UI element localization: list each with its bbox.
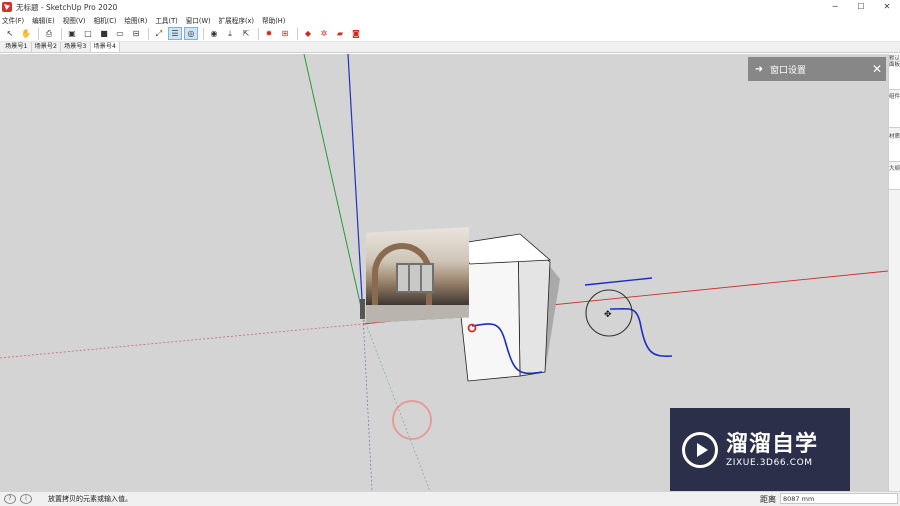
toolbar-divider (258, 27, 259, 40)
toolbar-divider (61, 27, 62, 40)
geo-location-icon[interactable]: ? (4, 494, 16, 504)
xray-icon[interactable]: ⤢ (152, 27, 166, 40)
tray-close-icon[interactable]: ✕ (868, 62, 886, 76)
tray-expand-arrow-icon[interactable]: ➜ (748, 64, 770, 75)
gear-sun-icon[interactable]: ✹ (262, 27, 276, 40)
toolbar-divider (297, 27, 298, 40)
menu-bar: 文件(F) 编辑(E) 视图(V) 相机(C) 绘图(R) 工具(T) 窗口(W… (0, 14, 900, 26)
photo-window (396, 263, 434, 293)
push-icon[interactable]: ⇱ (239, 27, 253, 40)
iso-view-icon[interactable]: ▣ (65, 27, 79, 40)
scene-tabs: 场景号1 场景号2 场景号3 场景号4 (0, 42, 900, 53)
camera-icon[interactable]: ◙ (349, 27, 363, 40)
watermark-brand: 溜溜自学 (726, 432, 819, 457)
print-icon[interactable]: ⎙ (42, 27, 56, 40)
toolbar: ↖ ✋ ⎙ ▣ □ ■ ▭ ⊟ ⤢ ☰ ◎ ◉ ⤓ ⇱ ✹ ⊞ ◆ ✲ ▰ ◙ (0, 26, 900, 42)
front-view-icon[interactable]: ■ (97, 27, 111, 40)
scene-tab-1[interactable]: 场景号1 (2, 42, 32, 52)
green-axis (303, 54, 364, 317)
pan-icon[interactable]: ✋ (19, 27, 33, 40)
measurements-input[interactable]: 8087 mm (780, 493, 898, 504)
move-cursor-icon: ✥ (604, 310, 612, 320)
dock-tab-outliner[interactable]: 大纲 (889, 166, 900, 190)
ruby-icon[interactable]: ◆ (301, 27, 315, 40)
info-icon[interactable]: i (20, 494, 32, 504)
play-logo-icon (682, 432, 718, 468)
back-view-icon[interactable]: ⊟ (129, 27, 143, 40)
window-controls: ─ ☐ ✕ (822, 0, 900, 14)
dock-tab-default[interactable]: 默认面板 (889, 56, 900, 90)
person-figure (360, 299, 365, 319)
menu-window[interactable]: 窗口(W) (186, 15, 211, 25)
status-message: 放置拷贝的元素或输入值。 (48, 495, 132, 503)
extension-gear-icon[interactable]: ✲ (317, 27, 331, 40)
red-axis-negative (0, 323, 364, 359)
toolbar-divider (148, 27, 149, 40)
measurements-label: 距离 (760, 495, 776, 504)
menu-tools[interactable]: 工具(T) (155, 15, 177, 25)
menu-extensions[interactable]: 扩展程序(x) (219, 15, 254, 25)
sketchup-window: 无标题 - SketchUp Pro 2020 ─ ☐ ✕ 文件(F) 编辑(E… (0, 0, 900, 506)
blue-axis-negative (362, 315, 373, 491)
maximize-button[interactable]: ☐ (848, 0, 874, 14)
tray-title: 窗口设置 (770, 65, 807, 76)
status-bar: ? i 放置拷贝的元素或输入值。 距离 8087 mm (0, 491, 900, 506)
menu-edit[interactable]: 编辑(E) (32, 15, 55, 25)
window-title: 无标题 - SketchUp Pro 2020 (16, 2, 118, 12)
menu-view[interactable]: 视图(V) (63, 15, 86, 25)
blue-axis (347, 54, 364, 317)
toolbar-divider (38, 27, 39, 40)
click-indicator-circle-faint (392, 400, 432, 440)
watermark-overlay: 溜溜自学 ZIXUE.3D66.COM (670, 408, 850, 492)
sketchup-logo-icon (2, 2, 12, 12)
top-view-icon[interactable]: □ (81, 27, 95, 40)
watermark-text: 溜溜自学 ZIXUE.3D66.COM (726, 432, 818, 468)
title-bar: 无标题 - SketchUp Pro 2020 ─ ☐ ✕ (0, 0, 900, 14)
minimize-button[interactable]: ─ (822, 0, 848, 14)
scene-tab-2[interactable]: 场景号2 (32, 42, 61, 52)
menu-help[interactable]: 帮助(H) (262, 15, 285, 25)
default-tray-panel: ➜ 窗口设置 ✕ (748, 57, 886, 81)
section-icon[interactable]: ◎ (184, 27, 198, 40)
blue-line (584, 277, 653, 286)
menu-camera[interactable]: 相机(C) (93, 15, 116, 25)
right-dock: 默认面板 组件 材质 大纲 (888, 54, 900, 491)
scene-tab-4[interactable]: 场景号4 (90, 42, 120, 52)
select-icon[interactable]: ↖ (3, 27, 17, 40)
toolbar-divider (203, 27, 204, 40)
menu-draw[interactable]: 绘图(R) (124, 15, 147, 25)
right-view-icon[interactable]: ▭ (113, 27, 127, 40)
box-top-face (454, 233, 552, 265)
interior-photo-plane (366, 227, 469, 323)
orbit-icon[interactable]: ◉ (207, 27, 221, 40)
menu-file[interactable]: 文件(F) (2, 15, 24, 25)
dock-tab-materials[interactable]: 材质 (889, 134, 900, 162)
close-button[interactable]: ✕ (874, 0, 900, 14)
layers-icon[interactable]: ☰ (168, 27, 182, 40)
dock-tab-components[interactable]: 组件 (889, 94, 900, 128)
scene-tab-3[interactable]: 场景号3 (61, 42, 91, 52)
folder-icon[interactable]: ▰ (333, 27, 347, 40)
tape-icon[interactable]: ⤓ (223, 27, 237, 40)
components-icon[interactable]: ⊞ (278, 27, 292, 40)
blue-curve-copy (609, 307, 673, 357)
watermark-url: ZIXUE.3D66.COM (726, 458, 813, 468)
